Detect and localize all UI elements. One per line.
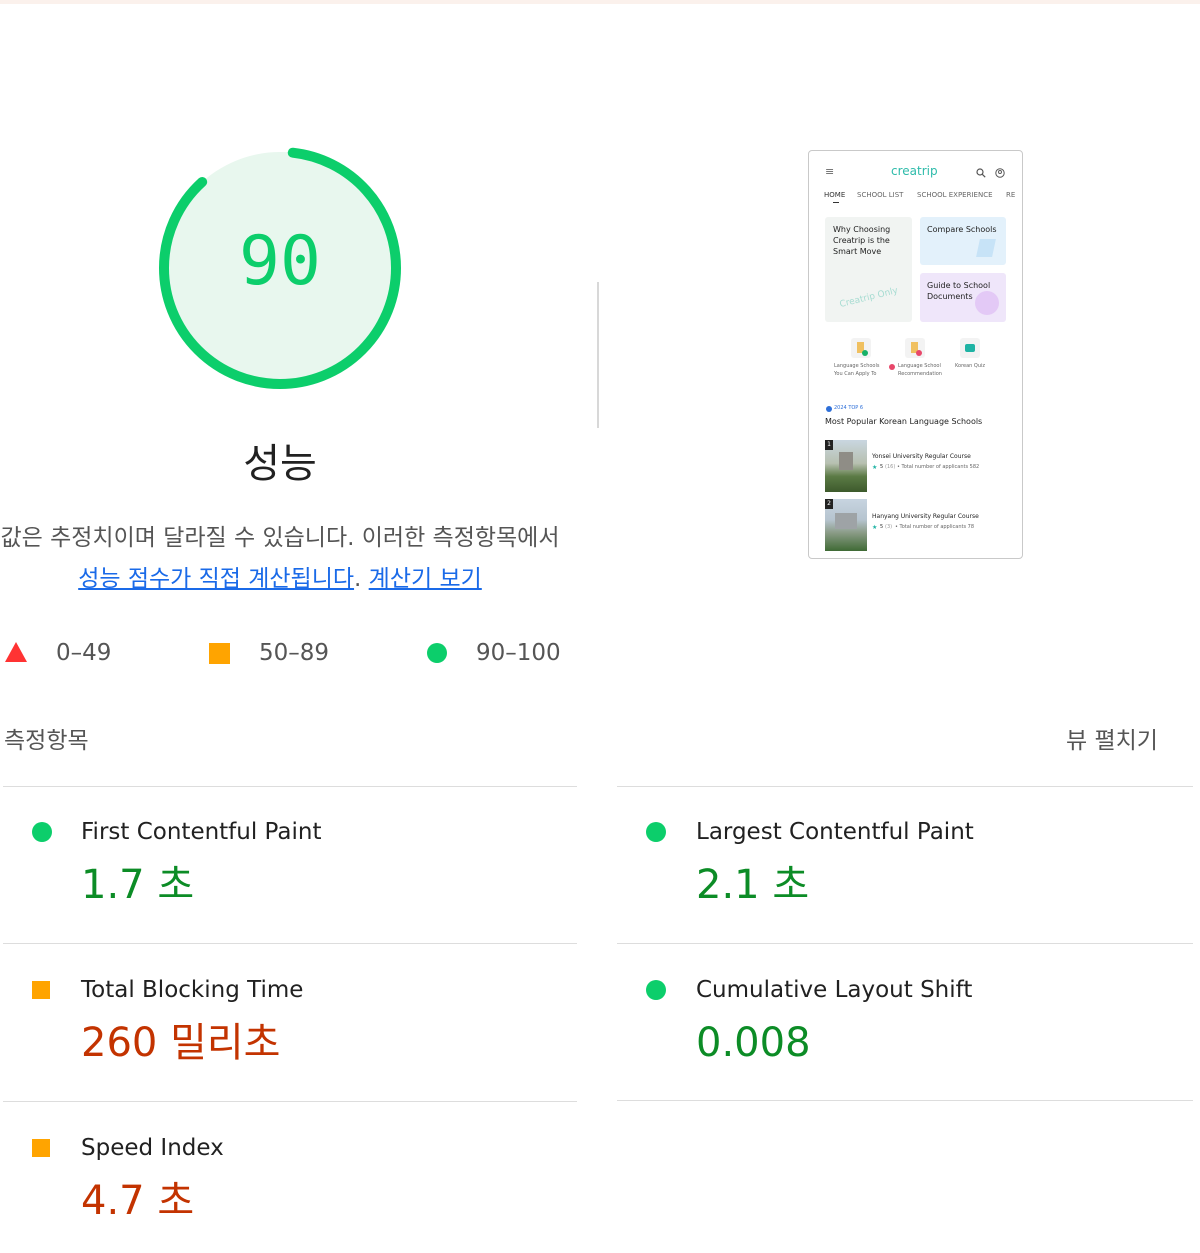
- shortcut-icon-schools: [851, 338, 871, 358]
- shortcut-label-schools-2: You Can Apply To: [834, 371, 877, 377]
- average-square-icon: [32, 981, 50, 999]
- thumb-card-why-creatrip: Why Choosing Creatrip is the Smart Move …: [825, 217, 912, 322]
- star-icon-2: ★: [872, 524, 878, 531]
- divider: [617, 943, 1193, 944]
- divider: [617, 1100, 1193, 1101]
- thumb-nav-home: HOME: [824, 191, 846, 199]
- user-icon: [995, 168, 1005, 178]
- brand-logo: creatrip: [891, 164, 938, 178]
- legend-pass: 90–100: [426, 636, 576, 670]
- metric-value: 1.7 초: [81, 862, 195, 908]
- shortcut-label-schools-1: Language Schools: [834, 363, 880, 369]
- shortcut-label-quiz: Korean Quiz: [955, 363, 986, 369]
- divider: [3, 943, 577, 944]
- rating-1: 5: [880, 464, 884, 470]
- reviews-1: (16): [885, 464, 896, 470]
- metric-value: 260 밀리초: [81, 1020, 281, 1066]
- metrics-title: 측정항목: [4, 728, 89, 754]
- score-description: 값은 추정치이며 달라질 수 있습니다. 이러한 측정항목에서 성능 점수가 직…: [0, 518, 560, 600]
- applicants-1: • Total number of applicants 582: [897, 464, 980, 470]
- square-icon: [209, 643, 230, 664]
- top-divider: [0, 0, 1200, 4]
- description-text: 값은 추정치이며 달라질 수 있습니다. 이러한 측정항목에서: [0, 525, 560, 551]
- school-photo-2: 2: [825, 499, 867, 551]
- star-icon-1: ★: [872, 464, 878, 471]
- guide-icon: [975, 291, 999, 315]
- thumb-nav-more: RE: [1006, 191, 1016, 199]
- school-name-2: Hanyang University Regular Course: [872, 513, 979, 520]
- pass-circle-icon: [32, 822, 52, 842]
- card2-title: Compare Schools: [927, 225, 997, 234]
- calculator-link[interactable]: 계산기 보기: [369, 566, 482, 592]
- top-badge: 2024 TOP 6: [834, 405, 864, 411]
- card3-line1: Guide to School: [927, 281, 991, 290]
- globe-icon: [826, 406, 832, 412]
- divider: [617, 786, 1193, 787]
- circle-icon: [427, 643, 447, 663]
- legend-fail-label: 0–49: [56, 640, 112, 666]
- metric-title: Largest Contentful Paint: [696, 819, 974, 845]
- divider: [3, 786, 577, 787]
- metric-title: Total Blocking Time: [81, 977, 304, 1003]
- compare-icon: [976, 239, 996, 257]
- rating-2: 5: [880, 524, 884, 530]
- card1-line2: Creatrip is the: [833, 236, 890, 245]
- average-square-icon: [32, 1139, 50, 1157]
- pass-circle-icon: [646, 822, 666, 842]
- shortcut-icon-quiz: [960, 338, 980, 358]
- legend-average: 50–89: [209, 636, 349, 670]
- reviews-2: (3): [885, 524, 893, 530]
- thumb-nav-active-underline: [833, 202, 839, 203]
- legend-fail: 0–49: [5, 636, 145, 670]
- gauge-title: 성능: [243, 441, 317, 487]
- card3-line2: Documents: [927, 292, 973, 301]
- pass-circle-icon: [646, 980, 666, 1000]
- rank-badge-1: 1: [825, 440, 833, 450]
- school-photo-1: 1: [825, 440, 867, 492]
- shortcut-label-recommend-2: Recommendation: [898, 371, 942, 377]
- triangle-icon: [5, 642, 27, 662]
- vertical-divider: [597, 282, 599, 428]
- metric-title: First Contentful Paint: [81, 819, 322, 845]
- legend-pass-label: 90–100: [476, 640, 561, 666]
- shortcut-label-recommend-1: Language School: [898, 363, 941, 369]
- school-name-1: Yonsei University Regular Course: [872, 453, 971, 460]
- card1-line3: Smart Move: [833, 247, 882, 256]
- recommend-badge-icon: [889, 364, 895, 370]
- thumb-card-guide: Guide to School Documents: [920, 273, 1006, 322]
- legend-average-label: 50–89: [259, 640, 330, 666]
- search-icon: [976, 168, 986, 178]
- thumb-heading: Most Popular Korean Language Schools: [825, 417, 983, 426]
- description-separator: .: [354, 566, 369, 592]
- metric-value: 4.7 초: [81, 1178, 195, 1224]
- score-calculation-link[interactable]: 성능 점수가 직접 계산됩니다: [78, 566, 354, 592]
- metric-value: 2.1 초: [696, 862, 810, 908]
- card1-line1: Why Choosing: [833, 225, 891, 234]
- expand-view-button[interactable]: 뷰 펼치기: [1066, 724, 1158, 758]
- shortcut-icon-recommend: [905, 338, 925, 358]
- metric-value: 0.008: [696, 1020, 811, 1066]
- thumb-card-compare: Compare Schools: [920, 217, 1006, 265]
- divider: [3, 1101, 577, 1102]
- rank-badge-2: 2: [825, 499, 833, 509]
- final-screenshot[interactable]: ≡ creatrip HOME SCHOOL LIST SCHOOL EXPER…: [808, 150, 1023, 559]
- metric-title: Speed Index: [81, 1135, 224, 1161]
- thumb-nav-school-experience: SCHOOL EXPERIENCE: [917, 191, 993, 199]
- metric-title: Cumulative Layout Shift: [696, 977, 973, 1003]
- creatrip-only-stamp: Creatrip Only: [838, 285, 900, 311]
- thumb-nav-school-list: SCHOOL LIST: [857, 191, 904, 199]
- performance-score: 90: [239, 222, 321, 301]
- menu-icon: ≡: [825, 165, 835, 178]
- applicants-2: • Total number of applicants 78: [895, 524, 975, 530]
